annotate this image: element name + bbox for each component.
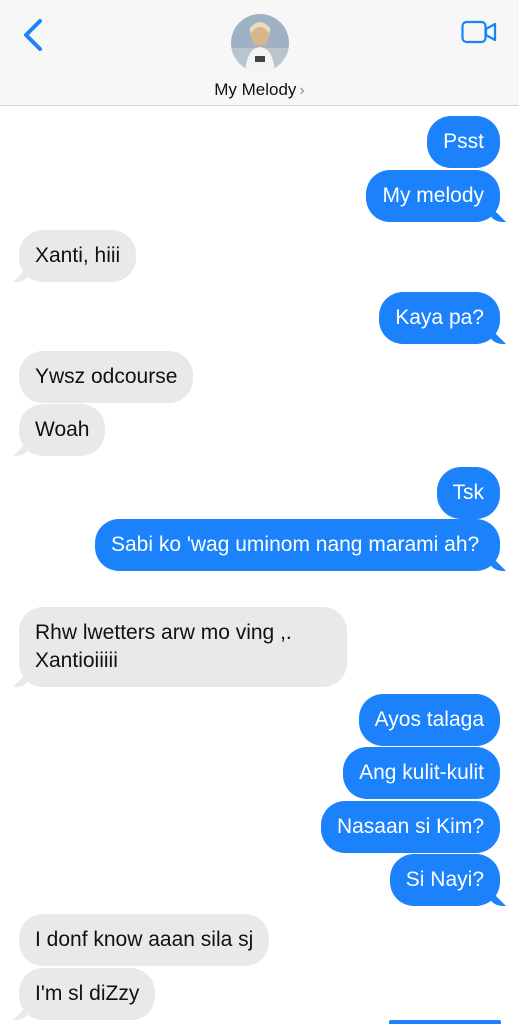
message-bubble-received[interactable]: Ywsz odcourse bbox=[19, 351, 194, 403]
message-bubble-sent[interactable]: Kaya pa? bbox=[379, 292, 500, 344]
message-bubble-sent[interactable]: Tsk bbox=[436, 467, 500, 519]
message-bubble-received[interactable]: Woah bbox=[19, 404, 106, 456]
video-camera-icon[interactable] bbox=[461, 20, 497, 44]
message-bubble-sent[interactable]: Psst bbox=[427, 116, 500, 168]
message-bubble-received[interactable]: Rhw lwetters arw mo ving ,. Xantioiiiii bbox=[19, 607, 347, 687]
conversation-header: My Melody › bbox=[0, 0, 519, 106]
scroll-edge-indicator bbox=[389, 1020, 501, 1024]
contact-name: My Melody bbox=[214, 80, 297, 99]
message-bubble-received[interactable]: I'm sl diZzy bbox=[19, 968, 156, 1020]
message-bubble-sent[interactable]: Nasaan si Kim? bbox=[320, 801, 500, 853]
message-bubble-sent[interactable]: My melody bbox=[366, 170, 500, 222]
message-bubble-sent[interactable]: Ayos talaga bbox=[358, 694, 500, 746]
avatar[interactable] bbox=[231, 14, 289, 72]
message-bubble-received[interactable]: Xanti, hiii bbox=[19, 230, 137, 282]
contact-name-button[interactable]: My Melody › bbox=[0, 80, 519, 100]
chevron-right-icon: › bbox=[299, 82, 305, 99]
message-bubble-received[interactable]: I donf know aaan sila sj bbox=[19, 914, 270, 966]
message-bubble-sent[interactable]: Sabi ko 'wag uminom nang marami ah? bbox=[95, 519, 500, 571]
chevron-left-icon[interactable] bbox=[18, 18, 48, 52]
message-bubble-sent[interactable]: Ang kulit-kulit bbox=[343, 747, 500, 799]
message-thread[interactable]: Psst My melody Xanti, hiii Kaya pa? Ywsz… bbox=[0, 106, 519, 1024]
message-bubble-sent[interactable]: Si Nayi? bbox=[389, 854, 500, 906]
